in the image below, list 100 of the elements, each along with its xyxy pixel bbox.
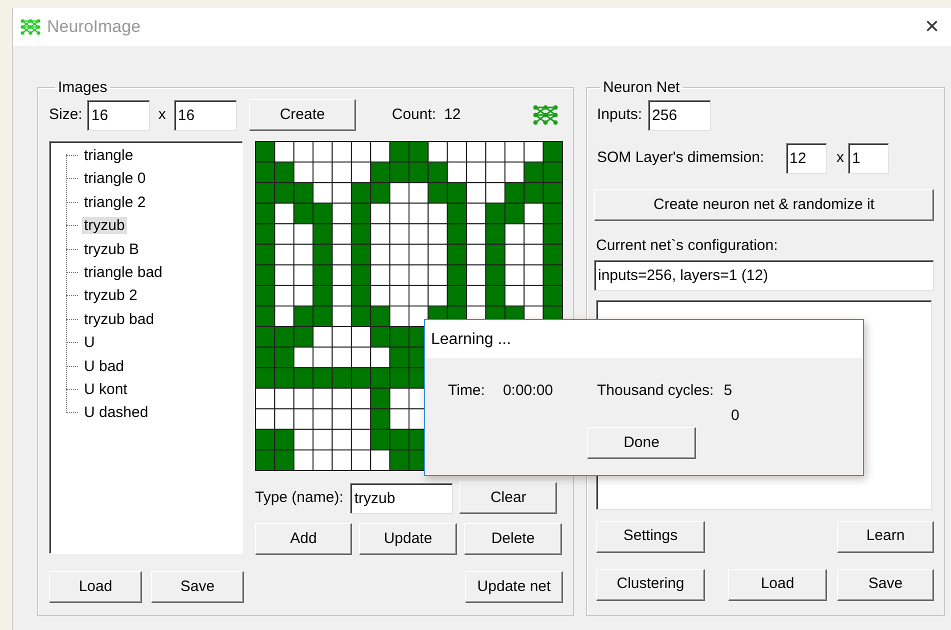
grid-cell[interactable]	[542, 264, 563, 286]
grid-cell[interactable]	[524, 264, 544, 286]
grid-cell[interactable]	[255, 428, 276, 450]
grid-cell[interactable]	[350, 408, 372, 430]
grid-cell[interactable]	[350, 326, 372, 348]
list-item[interactable]: triangle 0	[82, 170, 148, 188]
grid-cell[interactable]	[255, 306, 276, 328]
grid-cell[interactable]	[389, 306, 410, 328]
grid-cell[interactable]	[255, 449, 276, 471]
grid-cell[interactable]	[524, 284, 544, 306]
grid-cell[interactable]	[485, 244, 506, 266]
grid-cell[interactable]	[389, 449, 410, 471]
grid-cell[interactable]	[293, 264, 314, 286]
grid-cell[interactable]	[350, 223, 372, 245]
grid-cell[interactable]	[312, 223, 333, 245]
grid-cell[interactable]	[485, 223, 506, 245]
add-button[interactable]: Add	[255, 523, 352, 555]
grid-cell[interactable]	[293, 223, 314, 245]
grid-cell[interactable]	[293, 388, 314, 410]
grid-cell[interactable]	[332, 449, 352, 471]
grid-cell[interactable]	[350, 388, 372, 410]
grid-cell[interactable]	[485, 141, 506, 163]
grid-cell[interactable]	[370, 306, 390, 328]
grid-cell[interactable]	[312, 182, 333, 204]
som-height-field[interactable]: 1	[848, 142, 889, 174]
grid-cell[interactable]	[274, 367, 294, 389]
grid-cell[interactable]	[370, 367, 390, 389]
grid-cell[interactable]	[255, 244, 276, 266]
grid-cell[interactable]	[389, 182, 410, 204]
grid-cell[interactable]	[274, 223, 294, 245]
learn-button[interactable]: Learn	[837, 520, 934, 552]
load-button[interactable]: Load	[49, 571, 142, 603]
grid-cell[interactable]	[350, 264, 372, 286]
grid-cell[interactable]	[446, 284, 468, 306]
grid-cell[interactable]	[293, 346, 314, 368]
grid-cell[interactable]	[350, 428, 372, 450]
grid-cell[interactable]	[350, 162, 372, 184]
grid-cell[interactable]	[293, 202, 314, 224]
grid-cell[interactable]	[408, 141, 429, 163]
grid-cell[interactable]	[446, 202, 468, 224]
create-net-button[interactable]: Create neuron net & randomize it	[594, 189, 934, 221]
grid-cell[interactable]	[524, 182, 544, 204]
som-width-field[interactable]: 12	[786, 142, 826, 174]
grid-cell[interactable]	[389, 141, 410, 163]
grid-cell[interactable]	[428, 264, 448, 286]
grid-cell[interactable]	[274, 408, 294, 430]
grid-cell[interactable]	[255, 182, 276, 204]
grid-cell[interactable]	[332, 182, 352, 204]
grid-cell[interactable]	[504, 182, 525, 204]
grid-cell[interactable]	[274, 306, 294, 328]
grid-cell[interactable]	[312, 284, 333, 306]
grid-cell[interactable]	[255, 346, 276, 368]
grid-cell[interactable]	[542, 202, 563, 224]
grid-cell[interactable]	[312, 264, 333, 286]
grid-cell[interactable]	[466, 182, 486, 204]
grid-cell[interactable]	[466, 284, 486, 306]
grid-cell[interactable]	[332, 367, 352, 389]
grid-cell[interactable]	[255, 388, 276, 410]
grid-cell[interactable]	[274, 264, 294, 286]
clear-button[interactable]: Clear	[459, 482, 558, 514]
grid-cell[interactable]	[408, 202, 429, 224]
grid-cell[interactable]	[389, 408, 410, 430]
grid-cell[interactable]	[312, 449, 333, 471]
grid-cell[interactable]	[312, 306, 333, 328]
grid-cell[interactable]	[485, 202, 506, 224]
grid-cell[interactable]	[389, 346, 410, 368]
list-item[interactable]: U kont	[82, 380, 130, 398]
grid-cell[interactable]	[255, 408, 276, 430]
grid-cell[interactable]	[255, 284, 276, 306]
grid-cell[interactable]	[542, 244, 563, 266]
grid-cell[interactable]	[274, 141, 294, 163]
grid-cell[interactable]	[370, 388, 390, 410]
grid-cell[interactable]	[332, 346, 352, 368]
grid-cell[interactable]	[332, 388, 352, 410]
grid-cell[interactable]	[428, 162, 448, 184]
list-item[interactable]: tryzub B	[82, 240, 142, 258]
grid-cell[interactable]	[332, 326, 352, 348]
grid-cell[interactable]	[350, 244, 372, 266]
clustering-button[interactable]: Clustering	[596, 568, 705, 600]
grid-cell[interactable]	[350, 182, 372, 204]
settings-button[interactable]: Settings	[596, 520, 705, 552]
grid-cell[interactable]	[312, 244, 333, 266]
grid-cell[interactable]	[293, 428, 314, 450]
grid-cell[interactable]	[332, 141, 352, 163]
grid-cell[interactable]	[370, 223, 390, 245]
grid-cell[interactable]	[255, 223, 276, 245]
grid-cell[interactable]	[389, 264, 410, 286]
grid-cell[interactable]	[274, 346, 294, 368]
grid-cell[interactable]	[524, 244, 544, 266]
grid-cell[interactable]	[332, 162, 352, 184]
list-item[interactable]: triangle 2	[82, 194, 148, 211]
grid-cell[interactable]	[350, 346, 372, 368]
grid-cell[interactable]	[274, 202, 294, 224]
grid-cell[interactable]	[485, 162, 506, 184]
grid-cell[interactable]	[293, 244, 314, 266]
grid-cell[interactable]	[332, 244, 352, 266]
grid-cell[interactable]	[370, 346, 390, 368]
delete-button[interactable]: Delete	[464, 523, 562, 555]
grid-cell[interactable]	[542, 284, 563, 306]
done-button[interactable]: Done	[587, 427, 696, 459]
